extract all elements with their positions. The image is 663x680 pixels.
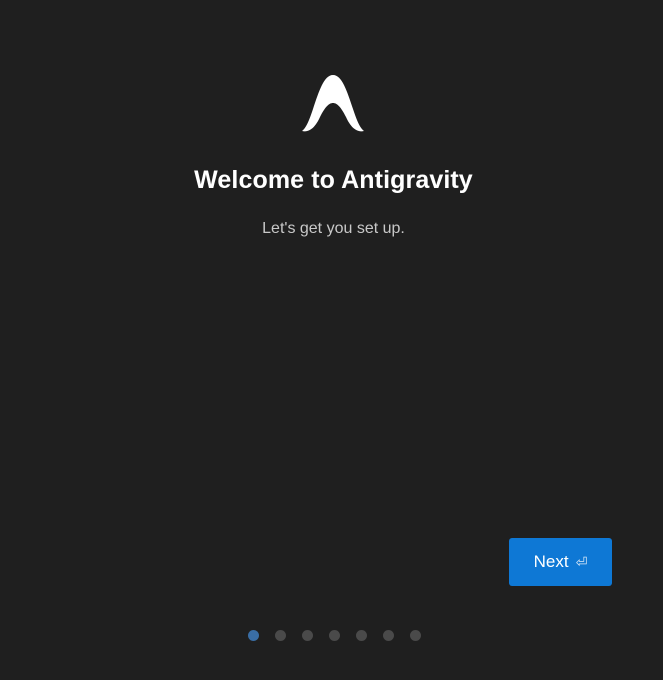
welcome-subtitle: Let's get you set up. [262, 220, 405, 237]
welcome-screen: Welcome to Antigravity Let's get you set… [0, 0, 663, 680]
welcome-title: Welcome to Antigravity [194, 166, 473, 194]
next-button[interactable]: Next ⏎ [509, 538, 612, 586]
next-button-label: Next [533, 552, 569, 571]
step-dot-4[interactable] [329, 630, 340, 641]
step-dot-1[interactable] [248, 630, 259, 641]
enter-key-icon: ⏎ [575, 554, 588, 570]
step-dot-3[interactable] [302, 630, 313, 641]
step-dot-2[interactable] [275, 630, 286, 641]
step-indicator [248, 630, 421, 641]
step-dot-7[interactable] [410, 630, 421, 641]
antigravity-logo-icon [302, 75, 364, 132]
step-dot-5[interactable] [356, 630, 367, 641]
step-dot-6[interactable] [383, 630, 394, 641]
